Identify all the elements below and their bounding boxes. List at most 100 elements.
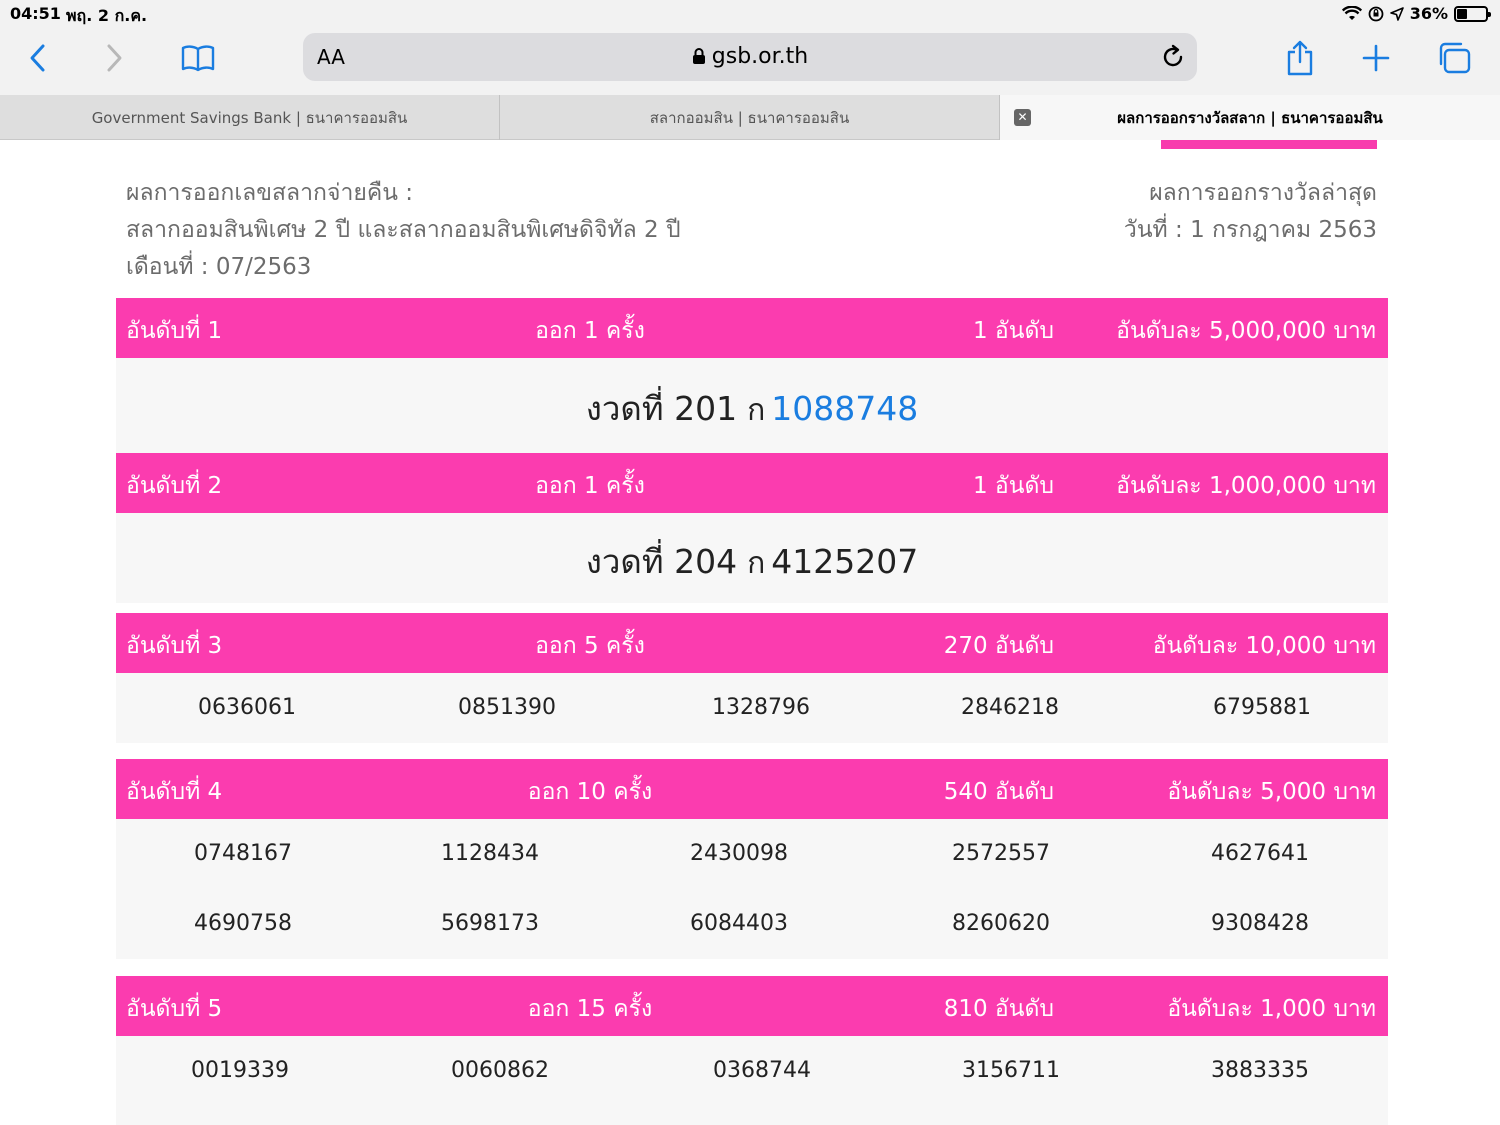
address-bar[interactable]: AA gsb.or.th (303, 33, 1197, 81)
page-content: ผลการออกเลขสลากจ่ายคืน : สลากออมสินพิเศษ… (0, 140, 1500, 1125)
prize-5-body: 0019339 0060862 0368744 3156711 3883335 (116, 1036, 1388, 1125)
prize-amount: อันดับละ 1,000,000 บาท (1116, 473, 1376, 499)
winning-number: 0748167 (194, 841, 292, 866)
prize-amount: อันดับละ 10,000 บาท (1152, 633, 1376, 659)
prize-1-result: งวดที่ 201 ก 1088748 (116, 382, 1388, 435)
status-time: 04:51 (10, 4, 61, 23)
prize-times: ออก 10 ครั้ง (527, 779, 653, 805)
winning-number: 3883335 (1211, 1058, 1309, 1083)
share-button[interactable] (1278, 38, 1322, 78)
winning-number[interactable]: 1088748 (771, 389, 918, 428)
close-tab-icon[interactable]: ✕ (1014, 109, 1031, 126)
latest-result-date: วันที่ : 1 กรกฎาคม 2563 (1123, 217, 1377, 243)
draw-series: ก (747, 393, 766, 428)
tab-label: Government Savings Bank | ธนาคารออมสิน (91, 108, 408, 127)
book-icon (181, 45, 215, 72)
prize-count: 1 อันดับ (972, 473, 1054, 499)
winning-number: 4627641 (1211, 841, 1309, 866)
prize-rank: อันดับที่ 1 (126, 318, 223, 344)
prize-3-body: 0636061 0851390 1328796 2846218 6795881 (116, 673, 1388, 743)
winning-number: 4690758 (194, 911, 292, 936)
winning-number: 0060862 (451, 1058, 549, 1083)
url-display[interactable]: gsb.or.th (303, 44, 1197, 69)
prize-1-header: อันดับที่ 1 ออก 1 ครั้ง 1 อันดับ อันดับล… (116, 298, 1388, 358)
prize-amount: อันดับละ 5,000 บาท (1167, 779, 1376, 805)
battery-icon (1454, 5, 1491, 22)
reload-icon[interactable] (1159, 43, 1187, 71)
prize-times: ออก 5 ครั้ง (535, 633, 645, 659)
result-info-title: ผลการออกเลขสลากจ่ายคืน : (126, 180, 414, 206)
tab-gsb-lottery[interactable]: สลากออมสิน | ธนาคารออมสิน (500, 95, 1000, 140)
winning-number: 6795881 (1213, 695, 1311, 720)
prize-rank: อันดับที่ 3 (126, 633, 223, 659)
prize-5-header: อันดับที่ 5 ออก 15 ครั้ง 810 อันดับ อันด… (116, 976, 1388, 1036)
share-icon (1287, 40, 1313, 76)
back-button[interactable] (16, 38, 60, 78)
winning-number: 6084403 (690, 911, 788, 936)
result-info-month: เดือนที่ : 07/2563 (126, 254, 312, 280)
winning-number: 0019339 (191, 1058, 289, 1083)
forward-button[interactable] (92, 38, 136, 78)
number-row: 4690758 5698173 6084403 8260620 9308428 (116, 911, 1388, 951)
prize-1-body: งวดที่ 201 ก 1088748 (116, 358, 1388, 453)
winning-number: 2846218 (961, 695, 1059, 720)
chevron-left-icon (30, 44, 45, 72)
winning-number[interactable]: 1128434 (390, 841, 590, 866)
draw-prefix: งวดที่ 204 (585, 542, 738, 581)
plus-icon (1362, 44, 1390, 72)
prize-count: 540 อันดับ (943, 779, 1054, 805)
tab-label: ผลการออกรางวัลสลาก | ธนาคารออมสิน (1117, 108, 1383, 127)
prize-3-header: อันดับที่ 3 ออก 5 ครั้ง 270 อันดับ อันดั… (116, 613, 1388, 673)
status-right: 36% (1341, 4, 1491, 23)
browser-toolbar: AA gsb.or.th (0, 28, 1500, 95)
prize-count: 270 อันดับ (943, 633, 1054, 659)
result-info-product: สลากออมสินพิเศษ 2 ปี และสลากออมสินพิเศษด… (126, 217, 681, 243)
draw-prefix: งวดที่ 201 (585, 389, 738, 428)
winning-number: 0636061 (198, 695, 296, 720)
wifi-icon (1341, 5, 1362, 20)
number-row: 0019339 0060862 0368744 3156711 3883335 (116, 1058, 1388, 1098)
prize-4-body: 0748167 1128434 2430098 2572557 4627641 … (116, 819, 1388, 959)
prize-2-header: อันดับที่ 2 ออก 1 ครั้ง 1 อันดับ อันดับล… (116, 453, 1388, 513)
winning-number: 2572557 (952, 841, 1050, 866)
new-tab-button[interactable] (1354, 38, 1398, 78)
prize-2-result: งวดที่ 204 ก 4125207 (116, 535, 1388, 588)
tab-gsb-home[interactable]: Government Savings Bank | ธนาคารออมสิน (0, 95, 500, 140)
winning-number: 0368744 (713, 1058, 811, 1083)
prize-rank: อันดับที่ 5 (126, 996, 223, 1022)
prize-times: ออก 1 ครั้ง (535, 473, 645, 499)
winning-number: 4125207 (771, 542, 919, 581)
prize-count: 1 อันดับ (972, 318, 1054, 344)
winning-number: 3156711 (962, 1058, 1060, 1083)
bookmarks-button[interactable] (176, 38, 220, 78)
latest-result-info: ผลการออกรางวัลล่าสุด วันที่ : 1 กรกฎาคม … (1124, 175, 1377, 249)
winning-number: 2430098 (690, 841, 788, 866)
tab-label: สลากออมสิน | ธนาคารออมสิน (649, 108, 850, 127)
winning-number: 9308428 (1211, 911, 1309, 936)
tabs-overview-button[interactable] (1432, 38, 1476, 78)
tab-lottery-results[interactable]: ✕ ผลการออกรางวัลสลาก | ธนาคารออมสิน (1000, 95, 1500, 140)
prize-count: 810 อันดับ (943, 996, 1054, 1022)
prize-amount: อันดับละ 5,000,000 บาท (1116, 318, 1376, 344)
prize-rank: อันดับที่ 2 (126, 473, 223, 499)
orientation-lock-icon (1368, 6, 1384, 21)
prize-times: ออก 15 ครั้ง (527, 996, 653, 1022)
draw-series: ก (747, 546, 766, 581)
prize-amount: อันดับละ 1,000 บาท (1167, 996, 1376, 1022)
prize-4-header: อันดับที่ 4 ออก 10 ครั้ง 540 อันดับ อันด… (116, 759, 1388, 819)
result-info: ผลการออกเลขสลากจ่ายคืน : สลากออมสินพิเศษ… (126, 175, 681, 286)
battery-percent: 36% (1409, 4, 1448, 23)
url-text: gsb.or.th (711, 44, 809, 69)
winning-number: 0851390 (458, 695, 556, 720)
active-menu-indicator (1161, 140, 1377, 149)
number-row: 0636061 0851390 1328796 2846218 6795881 (116, 695, 1388, 735)
tabs-icon (1439, 42, 1471, 74)
lock-icon (692, 48, 705, 64)
tab-bar: Government Savings Bank | ธนาคารออมสิน ส… (0, 95, 1500, 140)
chevron-right-icon (107, 44, 122, 72)
winning-number[interactable]: 1328796 (661, 695, 861, 720)
location-icon (1389, 6, 1404, 21)
winning-number: 8260620 (952, 911, 1050, 936)
status-date: พฤ. 2 ก.ค. (66, 6, 148, 25)
prize-2-body: งวดที่ 204 ก 4125207 (116, 513, 1388, 603)
